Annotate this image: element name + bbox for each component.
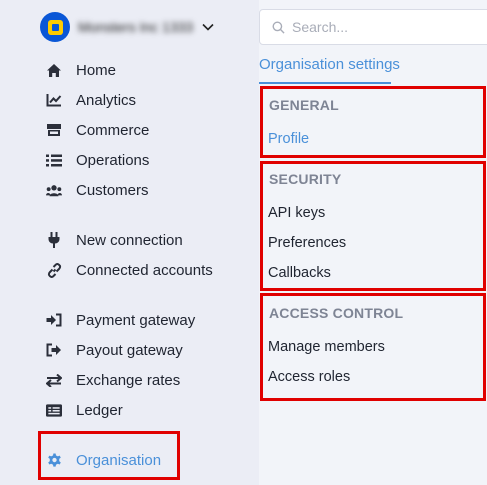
- search-icon: [272, 21, 285, 34]
- home-icon: [46, 62, 62, 78]
- list-icon: [46, 152, 62, 168]
- sidebar-item-home[interactable]: Home: [46, 59, 116, 81]
- sidebar: Monsters Inc 1333 Home Analytics Commerc…: [0, 0, 259, 485]
- organisation-logo: [40, 12, 70, 42]
- users-icon: [46, 182, 62, 198]
- sidebar-item-analytics[interactable]: Analytics: [46, 89, 136, 111]
- sign-out-icon: [46, 342, 62, 358]
- exchange-icon: [46, 372, 62, 388]
- sidebar-item-label: Exchange rates: [76, 371, 181, 389]
- highlight-box-access-control: [260, 293, 486, 401]
- organisation-name: Monsters Inc 1333: [78, 19, 194, 35]
- highlight-box-security: [260, 161, 486, 291]
- sidebar-item-ledger[interactable]: Ledger: [46, 399, 123, 421]
- organisation-switcher[interactable]: Monsters Inc 1333: [40, 12, 215, 42]
- tab-label: Organisation settings: [259, 56, 400, 73]
- highlight-box-organisation: [38, 431, 180, 480]
- ledger-icon: [46, 402, 62, 418]
- link-icon: [46, 262, 62, 278]
- sidebar-item-label: New connection: [76, 231, 183, 249]
- sidebar-item-label: Analytics: [76, 91, 137, 109]
- plug-icon: [46, 232, 62, 248]
- sidebar-item-operations[interactable]: Operations: [46, 149, 149, 171]
- sidebar-item-payment-gateway[interactable]: Payment gateway: [46, 309, 195, 331]
- sidebar-item-new-connection[interactable]: New connection: [46, 229, 183, 251]
- tab-underline: [259, 82, 391, 84]
- chevron-down-icon: [202, 23, 214, 31]
- sidebar-item-label: Operations: [76, 151, 150, 169]
- analytics-icon: [46, 92, 62, 108]
- sidebar-item-connected-accounts[interactable]: Connected accounts: [46, 259, 213, 281]
- sidebar-item-label: Commerce: [76, 121, 150, 139]
- search-box[interactable]: [259, 9, 487, 45]
- sidebar-item-label: Payout gateway: [76, 341, 183, 359]
- tab-organisation-settings[interactable]: Organisation settings: [259, 56, 400, 84]
- sidebar-item-label: Payment gateway: [76, 311, 196, 329]
- search-input[interactable]: [292, 19, 472, 35]
- sidebar-item-commerce[interactable]: Commerce: [46, 119, 149, 141]
- sidebar-item-label: Customers: [76, 181, 149, 199]
- sidebar-item-payout-gateway[interactable]: Payout gateway: [46, 339, 183, 361]
- sign-in-icon: [46, 312, 62, 328]
- sidebar-item-label: Ledger: [76, 401, 123, 419]
- sidebar-item-label: Home: [76, 61, 117, 79]
- highlight-box-general: [260, 86, 486, 158]
- sidebar-item-exchange-rates[interactable]: Exchange rates: [46, 369, 180, 391]
- sidebar-item-customers[interactable]: Customers: [46, 179, 149, 201]
- store-icon: [46, 122, 62, 138]
- sidebar-item-label: Connected accounts: [76, 261, 213, 279]
